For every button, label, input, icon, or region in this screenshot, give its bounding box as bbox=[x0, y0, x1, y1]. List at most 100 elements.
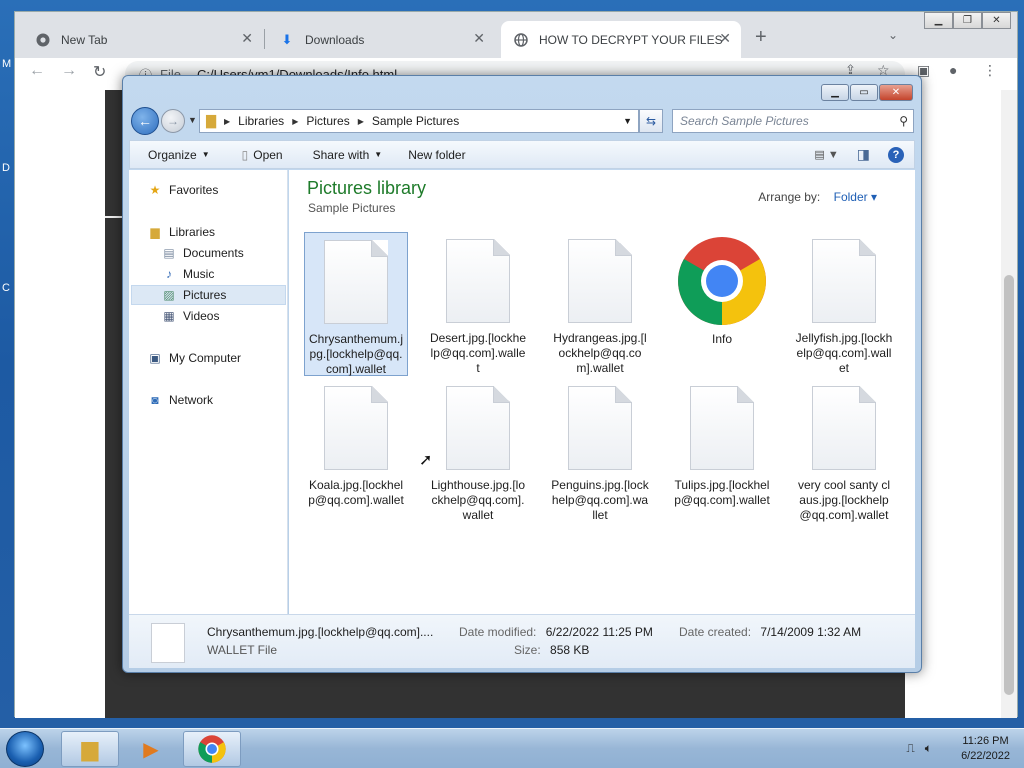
file-item[interactable]: Koala.jpg.[lockhelp@qq.com].wallet bbox=[304, 379, 408, 523]
organize-button[interactable]: Organize ▼ bbox=[148, 148, 210, 162]
file-name: very cool santy claus.jpg.[lockhelp@qq.c… bbox=[797, 478, 891, 522]
search-input[interactable]: Search Sample Pictures ⚲ bbox=[672, 109, 914, 133]
chevron-down-icon: ▼ bbox=[201, 150, 210, 159]
profile-icon[interactable]: ● bbox=[949, 62, 957, 78]
breadcrumb-libraries[interactable]: Libraries bbox=[238, 114, 284, 128]
file-name: Chrysanthemum.jpg.[lockhelp@qq.com].wall… bbox=[308, 332, 404, 376]
chevron-right-icon[interactable]: ▶ bbox=[224, 117, 230, 126]
sidebar-item-favorites[interactable]: ★ Favorites bbox=[147, 183, 219, 197]
sidebar-item-videos[interactable]: ▦ Videos bbox=[161, 309, 219, 323]
close-button[interactable]: ✕ bbox=[879, 84, 913, 101]
chevron-down-icon[interactable]: ▼ bbox=[188, 115, 197, 125]
details-filetype: WALLET File bbox=[207, 643, 278, 657]
new-tab-button[interactable]: + bbox=[755, 26, 767, 49]
breadcrumb-pictures[interactable]: Pictures bbox=[306, 114, 349, 128]
sidebar-item-label: Libraries bbox=[169, 225, 216, 239]
sidebar-item-libraries[interactable]: ▆ Libraries bbox=[147, 225, 215, 239]
maximize-button[interactable]: ▭ bbox=[850, 84, 878, 101]
tab-label: Downloads bbox=[305, 32, 365, 47]
tab-label: New Tab bbox=[61, 32, 108, 47]
sidebar-item-pictures[interactable]: ▨ Pictures bbox=[161, 288, 226, 302]
file-content-area: Pictures library Sample Pictures Arrange… bbox=[289, 170, 915, 614]
chevron-down-icon[interactable]: ▼ bbox=[623, 116, 632, 126]
file-item[interactable]: Desert.jpg.[lockhelp@qq.com].wallet bbox=[426, 232, 530, 376]
new-folder-button[interactable]: New folder bbox=[408, 148, 465, 162]
forward-arrow-icon[interactable]: → bbox=[61, 62, 77, 80]
change-view-icon[interactable]: ▤ ▼ bbox=[814, 148, 838, 161]
taskbar-media-player-button[interactable]: ▶ bbox=[122, 731, 180, 767]
file-name: Hydrangeas.jpg.[lockhelp@qq.com].wallet bbox=[553, 331, 647, 375]
file-item[interactable]: Penguins.jpg.[lockhelp@qq.com].wallet bbox=[548, 379, 652, 523]
scrollbar[interactable] bbox=[1001, 90, 1017, 718]
date-created-label: Date created: bbox=[679, 625, 752, 639]
refresh-icon[interactable]: ⇆ bbox=[639, 109, 663, 133]
arrange-dropdown[interactable]: Folder ▾ bbox=[834, 190, 877, 204]
clock[interactable]: 11:26 PM 6/22/2022 bbox=[961, 734, 1010, 764]
tab-new-tab[interactable]: New Tab ✕ bbox=[23, 21, 263, 58]
scrollbar-thumb[interactable] bbox=[1004, 275, 1014, 695]
media-player-icon: ▶ bbox=[143, 738, 159, 761]
start-button[interactable] bbox=[6, 731, 44, 767]
desktop-icon-label: C bbox=[2, 282, 10, 294]
file-item[interactable]: Info bbox=[670, 232, 774, 376]
forward-arrow-icon[interactable]: → bbox=[161, 109, 185, 133]
menu-icon[interactable]: ⋮ bbox=[983, 62, 997, 79]
file-icon bbox=[446, 386, 510, 470]
chevron-right-icon[interactable]: ▶ bbox=[292, 117, 298, 126]
back-arrow-icon[interactable]: ← bbox=[29, 62, 45, 80]
tab-label: HOW TO DECRYPT YOUR FILES bbox=[539, 32, 723, 47]
file-item[interactable]: Tulips.jpg.[lockhelp@qq.com].wallet bbox=[670, 379, 774, 523]
taskbar-explorer-button[interactable]: ▆ bbox=[61, 731, 119, 767]
clock-date: 6/22/2022 bbox=[961, 750, 1010, 762]
library-icon: ▆ bbox=[150, 225, 160, 239]
help-icon[interactable]: ? bbox=[888, 146, 904, 163]
date-modified-value: 6/22/2022 11:25 PM bbox=[545, 625, 653, 639]
share-with-button[interactable]: Share with ▼ bbox=[313, 148, 383, 162]
library-subtitle: Sample Pictures bbox=[308, 201, 396, 215]
file-name: Desert.jpg.[lockhelp@qq.com].wallet bbox=[429, 331, 527, 375]
file-item[interactable]: Hydrangeas.jpg.[lockhelp@qq.com].wallet bbox=[548, 232, 652, 376]
taskbar-chrome-button[interactable] bbox=[183, 731, 241, 767]
file-icon bbox=[568, 239, 632, 323]
file-item[interactable]: Jellyfish.jpg.[lockhelp@qq.com].wallet bbox=[792, 232, 896, 376]
file-size: Size: 858 KB bbox=[514, 643, 589, 657]
file-name: Info bbox=[711, 332, 732, 346]
preview-pane-icon[interactable]: ◨ bbox=[857, 146, 870, 163]
open-button[interactable]: ▯ Open bbox=[242, 148, 283, 162]
reload-icon[interactable]: ↻ bbox=[93, 62, 106, 82]
star-icon: ★ bbox=[149, 183, 161, 197]
sidebar-item-music[interactable]: ♪ Music bbox=[161, 267, 214, 281]
chevron-right-icon[interactable]: ▶ bbox=[358, 117, 364, 126]
file-item[interactable]: very cool santy claus.jpg.[lockhelp@qq.c… bbox=[792, 379, 896, 523]
share-with-label: Share with bbox=[312, 147, 370, 162]
file-item[interactable]: Chrysanthemum.jpg.[lockhelp@qq.com].wall… bbox=[304, 232, 408, 376]
chevron-down-icon[interactable]: ⌄ bbox=[888, 28, 898, 42]
search-icon[interactable]: ⚲ bbox=[899, 114, 908, 128]
maximize-button[interactable]: ❐ bbox=[953, 12, 982, 29]
view-controls: ▤ ▼ ◨ ? bbox=[814, 146, 904, 163]
volume-icon[interactable]: 🔈︎ bbox=[925, 741, 932, 756]
close-icon[interactable]: ✕ bbox=[241, 30, 253, 47]
sidebar-item-my-computer[interactable]: ▣ My Computer bbox=[147, 351, 241, 365]
minimize-button[interactable]: ▁ bbox=[821, 84, 849, 101]
explorer-window: ▁ ▭ ✕ ← → ▼ ▇ ▶ Libraries ▶ Pictures ▶ S… bbox=[122, 75, 922, 673]
breadcrumb-sample-pictures[interactable]: Sample Pictures bbox=[372, 114, 459, 128]
close-icon[interactable]: ✕ bbox=[473, 30, 485, 47]
sidebar-item-network[interactable]: ◙ Network bbox=[147, 393, 213, 407]
close-button[interactable]: ✕ bbox=[982, 12, 1011, 29]
date-modified-label: Date modified: bbox=[459, 625, 537, 639]
tab-downloads[interactable]: ⬇ Downloads ✕ bbox=[267, 21, 495, 58]
sidebar-item-label: Videos bbox=[183, 309, 220, 323]
minimize-button[interactable]: ▁ bbox=[924, 12, 953, 29]
desktop-icon-label: D bbox=[2, 162, 10, 174]
sidebar-item-documents[interactable]: ▤ Documents bbox=[161, 246, 243, 260]
file-item[interactable]: Lighthouse.jpg.[lockhelp@qq.com].wallet bbox=[426, 379, 530, 523]
back-arrow-icon[interactable]: ← bbox=[131, 107, 159, 135]
network-icon[interactable]: ⎍ bbox=[906, 741, 914, 756]
sidebar-item-label: My Computer bbox=[169, 351, 242, 365]
tab-decrypt[interactable]: HOW TO DECRYPT YOUR FILES ✕ bbox=[501, 21, 741, 58]
mouse-cursor-icon: ➚ bbox=[419, 452, 433, 469]
close-icon[interactable]: ✕ bbox=[719, 30, 731, 47]
computer-icon: ▣ bbox=[149, 351, 161, 365]
breadcrumb[interactable]: ▇ ▶ Libraries ▶ Pictures ▶ Sample Pictur… bbox=[199, 109, 639, 133]
